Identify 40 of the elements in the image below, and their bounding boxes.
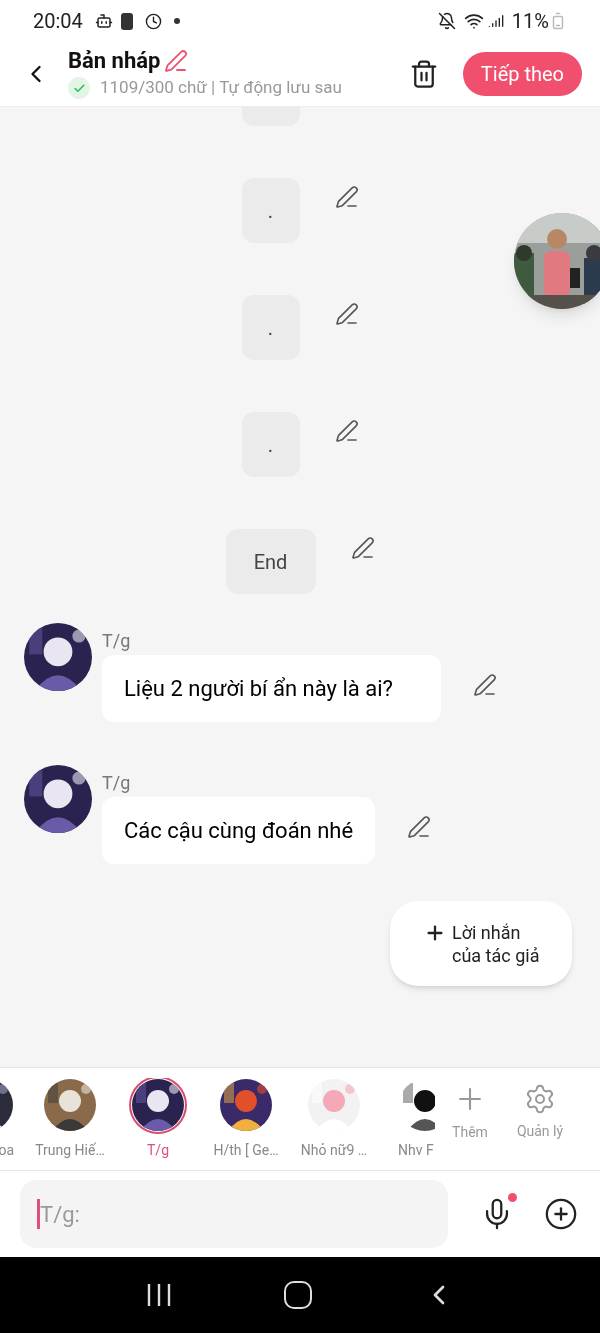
character-tab[interactable]: Nhv F bbox=[378, 1077, 435, 1161]
save-status: 1109/300 chữ | Tự động lưu sau bbox=[100, 76, 342, 100]
narration-bubble: . bbox=[241, 412, 300, 477]
narration-bubble: . bbox=[241, 295, 300, 360]
signal-icon bbox=[487, 13, 504, 29]
edit-icon[interactable] bbox=[334, 418, 359, 443]
message-input[interactable]: T/g: bbox=[20, 1180, 448, 1248]
character-name: T/g bbox=[102, 629, 132, 653]
home-icon[interactable] bbox=[284, 1281, 312, 1309]
text-cursor bbox=[37, 1199, 40, 1229]
edit-icon[interactable] bbox=[164, 49, 189, 74]
next-button[interactable]: Tiếp theo bbox=[462, 52, 582, 96]
author-note-button[interactable]: Lời nhắn của tác giả bbox=[390, 901, 572, 986]
character-tab[interactable]: T/g bbox=[114, 1077, 202, 1161]
draft-title: Bản nháp bbox=[68, 47, 161, 76]
edit-icon[interactable] bbox=[350, 535, 375, 560]
edit-icon[interactable] bbox=[407, 814, 432, 839]
settings-icon bbox=[524, 1082, 556, 1115]
status-time: 20:04 bbox=[33, 8, 83, 35]
check-icon bbox=[68, 77, 90, 99]
message-bubble: Liệu 2 người bí ẩn này là ai? bbox=[102, 655, 441, 722]
wifi-icon bbox=[463, 11, 484, 31]
message-bubble: Các cậu cùng đoán nhé bbox=[102, 797, 376, 864]
character-tab[interactable]: Nhỏ nữ9 … bbox=[290, 1077, 378, 1161]
narration-bubble: End bbox=[225, 529, 316, 594]
edit-icon[interactable] bbox=[334, 301, 359, 326]
character-tab[interactable]: Trung Hiế… bbox=[26, 1077, 114, 1161]
character-tab[interactable]: H/th [ Ge… bbox=[202, 1077, 290, 1161]
mute-icon bbox=[437, 12, 456, 30]
character-tab[interactable]: oa bbox=[0, 1077, 14, 1161]
character-name: T/g bbox=[102, 771, 132, 795]
edit-icon[interactable] bbox=[473, 672, 497, 697]
add-character-button[interactable]: Thêm bbox=[435, 1081, 505, 1143]
edit-icon[interactable] bbox=[334, 184, 359, 209]
narration-bubble: . bbox=[241, 178, 300, 243]
robot-icon bbox=[94, 12, 113, 30]
add-icon[interactable] bbox=[544, 1197, 578, 1231]
clock-icon bbox=[144, 12, 162, 30]
manage-button[interactable]: Quản lý bbox=[505, 1082, 575, 1142]
battery-percent: 11% bbox=[511, 8, 549, 35]
